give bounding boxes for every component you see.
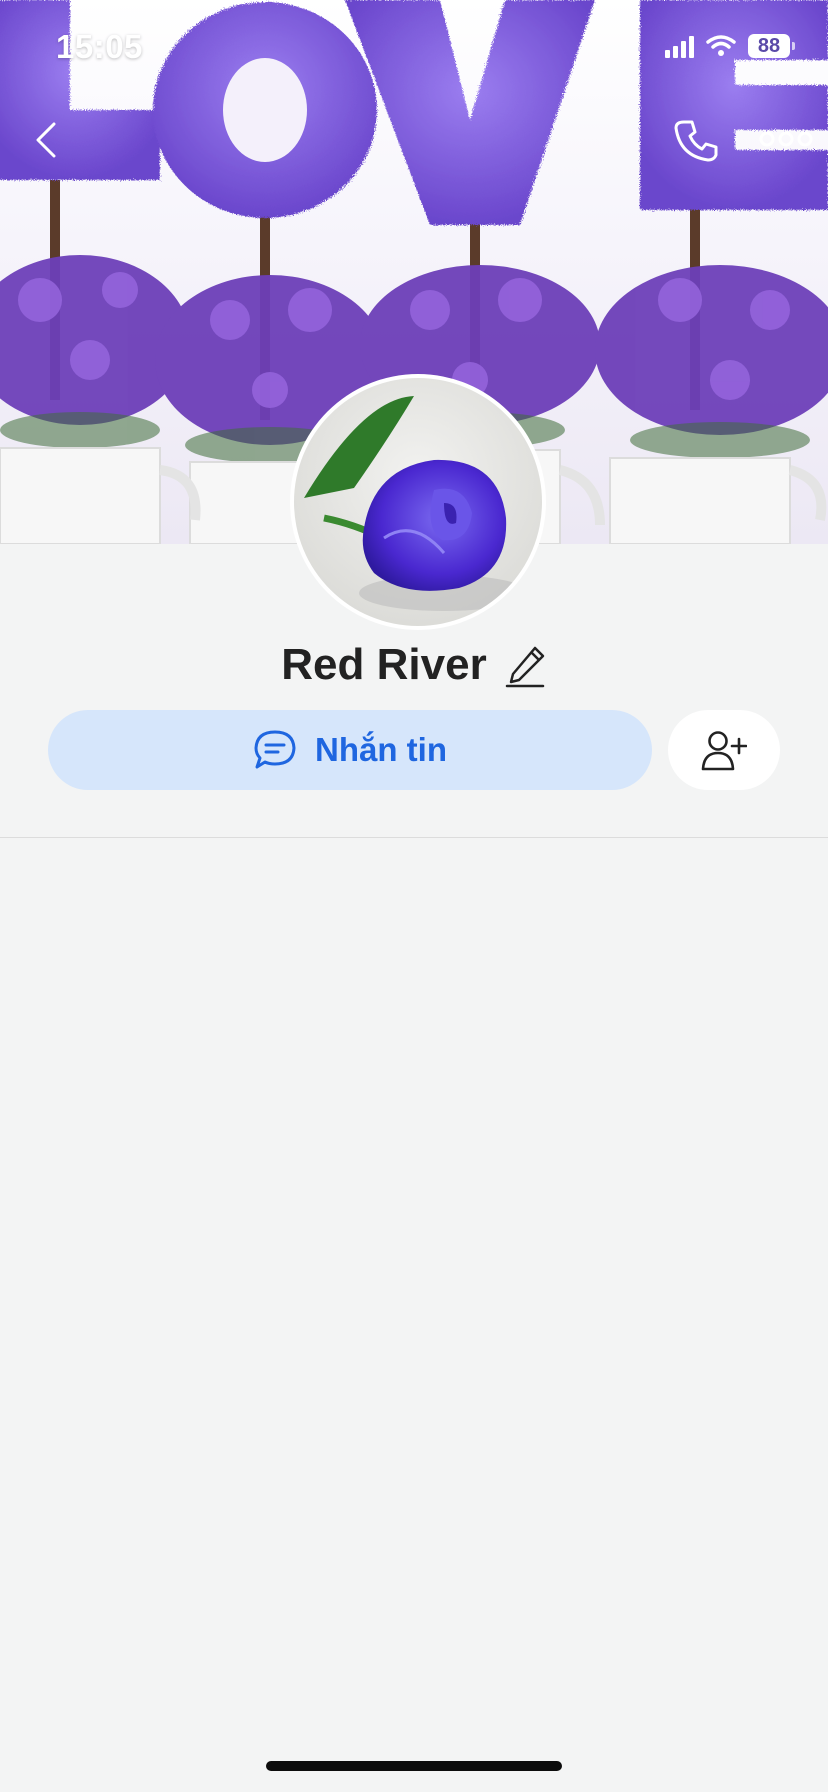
profile-avatar[interactable]: [290, 374, 546, 630]
wifi-icon: [706, 35, 736, 56]
send-message-button[interactable]: Nhắn tin: [48, 710, 652, 790]
call-button[interactable]: [672, 116, 720, 164]
chat-bubble-icon: [254, 730, 296, 769]
status-indicators: 88: [665, 34, 795, 58]
back-button[interactable]: [28, 118, 68, 162]
profile-name-row: Red River: [0, 640, 828, 690]
more-dots-icon: [759, 131, 813, 147]
cellular-signal-icon: [665, 34, 694, 58]
send-message-label: Nhắn tin: [315, 731, 447, 768]
battery-indicator: 88: [748, 34, 795, 58]
profile-name: Red River: [281, 640, 487, 689]
pencil-icon[interactable]: [505, 644, 547, 688]
rose-avatar-image: [294, 378, 542, 626]
add-user-icon: [701, 731, 747, 771]
phone-icon: [674, 120, 718, 162]
status-time: 15:05: [56, 28, 143, 65]
section-divider: [0, 837, 828, 838]
chevron-left-icon: [36, 122, 56, 158]
add-friend-button[interactable]: [668, 710, 780, 790]
more-options-button[interactable]: [758, 124, 814, 154]
home-indicator: [266, 1761, 562, 1771]
